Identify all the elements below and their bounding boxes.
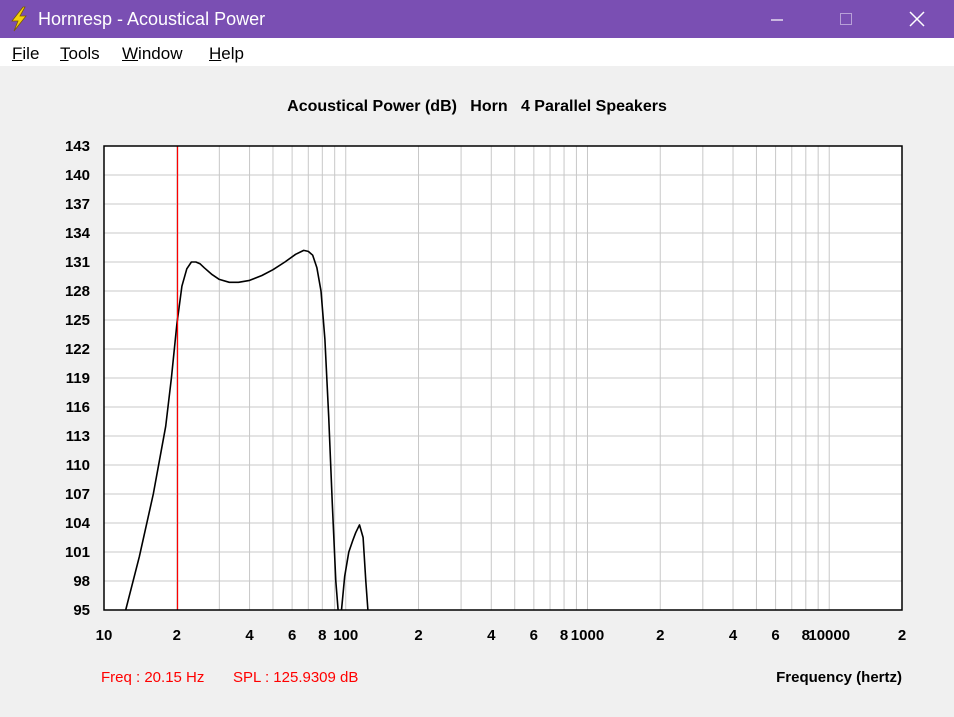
x-tick-label: 10 <box>96 627 113 644</box>
series-line <box>340 524 369 611</box>
y-tick-label: 131 <box>65 254 90 271</box>
x-tick-label: 8 <box>318 627 326 644</box>
menu-window[interactable]: Window <box>122 44 182 64</box>
menu-help[interactable]: Help <box>209 44 244 64</box>
x-axis-title: Frequency (hertz) <box>776 669 902 686</box>
close-icon <box>909 11 925 27</box>
menu-bar: File Tools Window Help <box>0 38 954 66</box>
y-tick-label: 101 <box>65 544 90 561</box>
title-bar: Hornresp - Acoustical Power <box>0 0 954 38</box>
minimize-icon <box>771 19 783 21</box>
menu-file[interactable]: File <box>12 44 39 64</box>
x-tick-label: 4 <box>245 627 254 644</box>
x-tick-label: 1000 <box>571 627 604 644</box>
y-tick-label: 113 <box>66 428 90 445</box>
y-tick-label: 122 <box>65 341 90 358</box>
y-tick-label: 119 <box>66 370 90 387</box>
freq-readout: Freq : 20.15 Hz <box>101 669 205 686</box>
chart-title: Acoustical Power (dB) Horn 4 Parallel Sp… <box>287 98 667 115</box>
y-tick-label: 98 <box>73 573 90 590</box>
y-tick-label: 110 <box>66 457 90 474</box>
y-tick-label: 143 <box>65 138 90 155</box>
spl-readout: SPL : 125.9309 dB <box>233 669 359 686</box>
maximize-icon <box>840 13 852 25</box>
x-tick-label: 2 <box>173 627 181 644</box>
y-tick-label: 116 <box>66 399 90 416</box>
y-tick-label: 107 <box>65 486 90 503</box>
window-title: Hornresp - Acoustical Power <box>38 9 266 29</box>
maximize-button[interactable] <box>823 0 869 38</box>
x-tick-label: 10000 <box>808 627 850 644</box>
menu-tools[interactable]: Tools <box>60 44 100 64</box>
x-tick-label: 8 <box>802 627 810 644</box>
x-tick-label: 6 <box>771 627 779 644</box>
plot-frame <box>103 145 903 611</box>
y-tick-label: 125 <box>65 312 90 329</box>
x-tick-label: 2 <box>898 627 906 644</box>
y-tick-label: 137 <box>65 196 90 213</box>
x-tick-label: 100 <box>333 627 358 644</box>
lightning-bolt-icon <box>11 6 27 32</box>
minimize-button[interactable] <box>754 0 800 38</box>
x-tick-label: 2 <box>656 627 664 644</box>
close-button[interactable] <box>894 0 940 38</box>
x-tick-label: 6 <box>530 627 538 644</box>
y-tick-label: 134 <box>65 225 91 242</box>
x-tick-label: 4 <box>487 627 496 644</box>
series-line <box>124 249 339 611</box>
y-tick-label: 140 <box>65 167 90 184</box>
y-tick-label: 104 <box>65 515 91 532</box>
x-tick-label: 8 <box>560 627 568 644</box>
y-tick-label: 95 <box>73 602 90 619</box>
x-tick-label: 6 <box>288 627 296 644</box>
y-tick-label: 128 <box>65 283 90 300</box>
x-tick-label: 4 <box>729 627 738 644</box>
x-tick-label: 2 <box>414 627 422 644</box>
plot-area <box>104 146 902 610</box>
